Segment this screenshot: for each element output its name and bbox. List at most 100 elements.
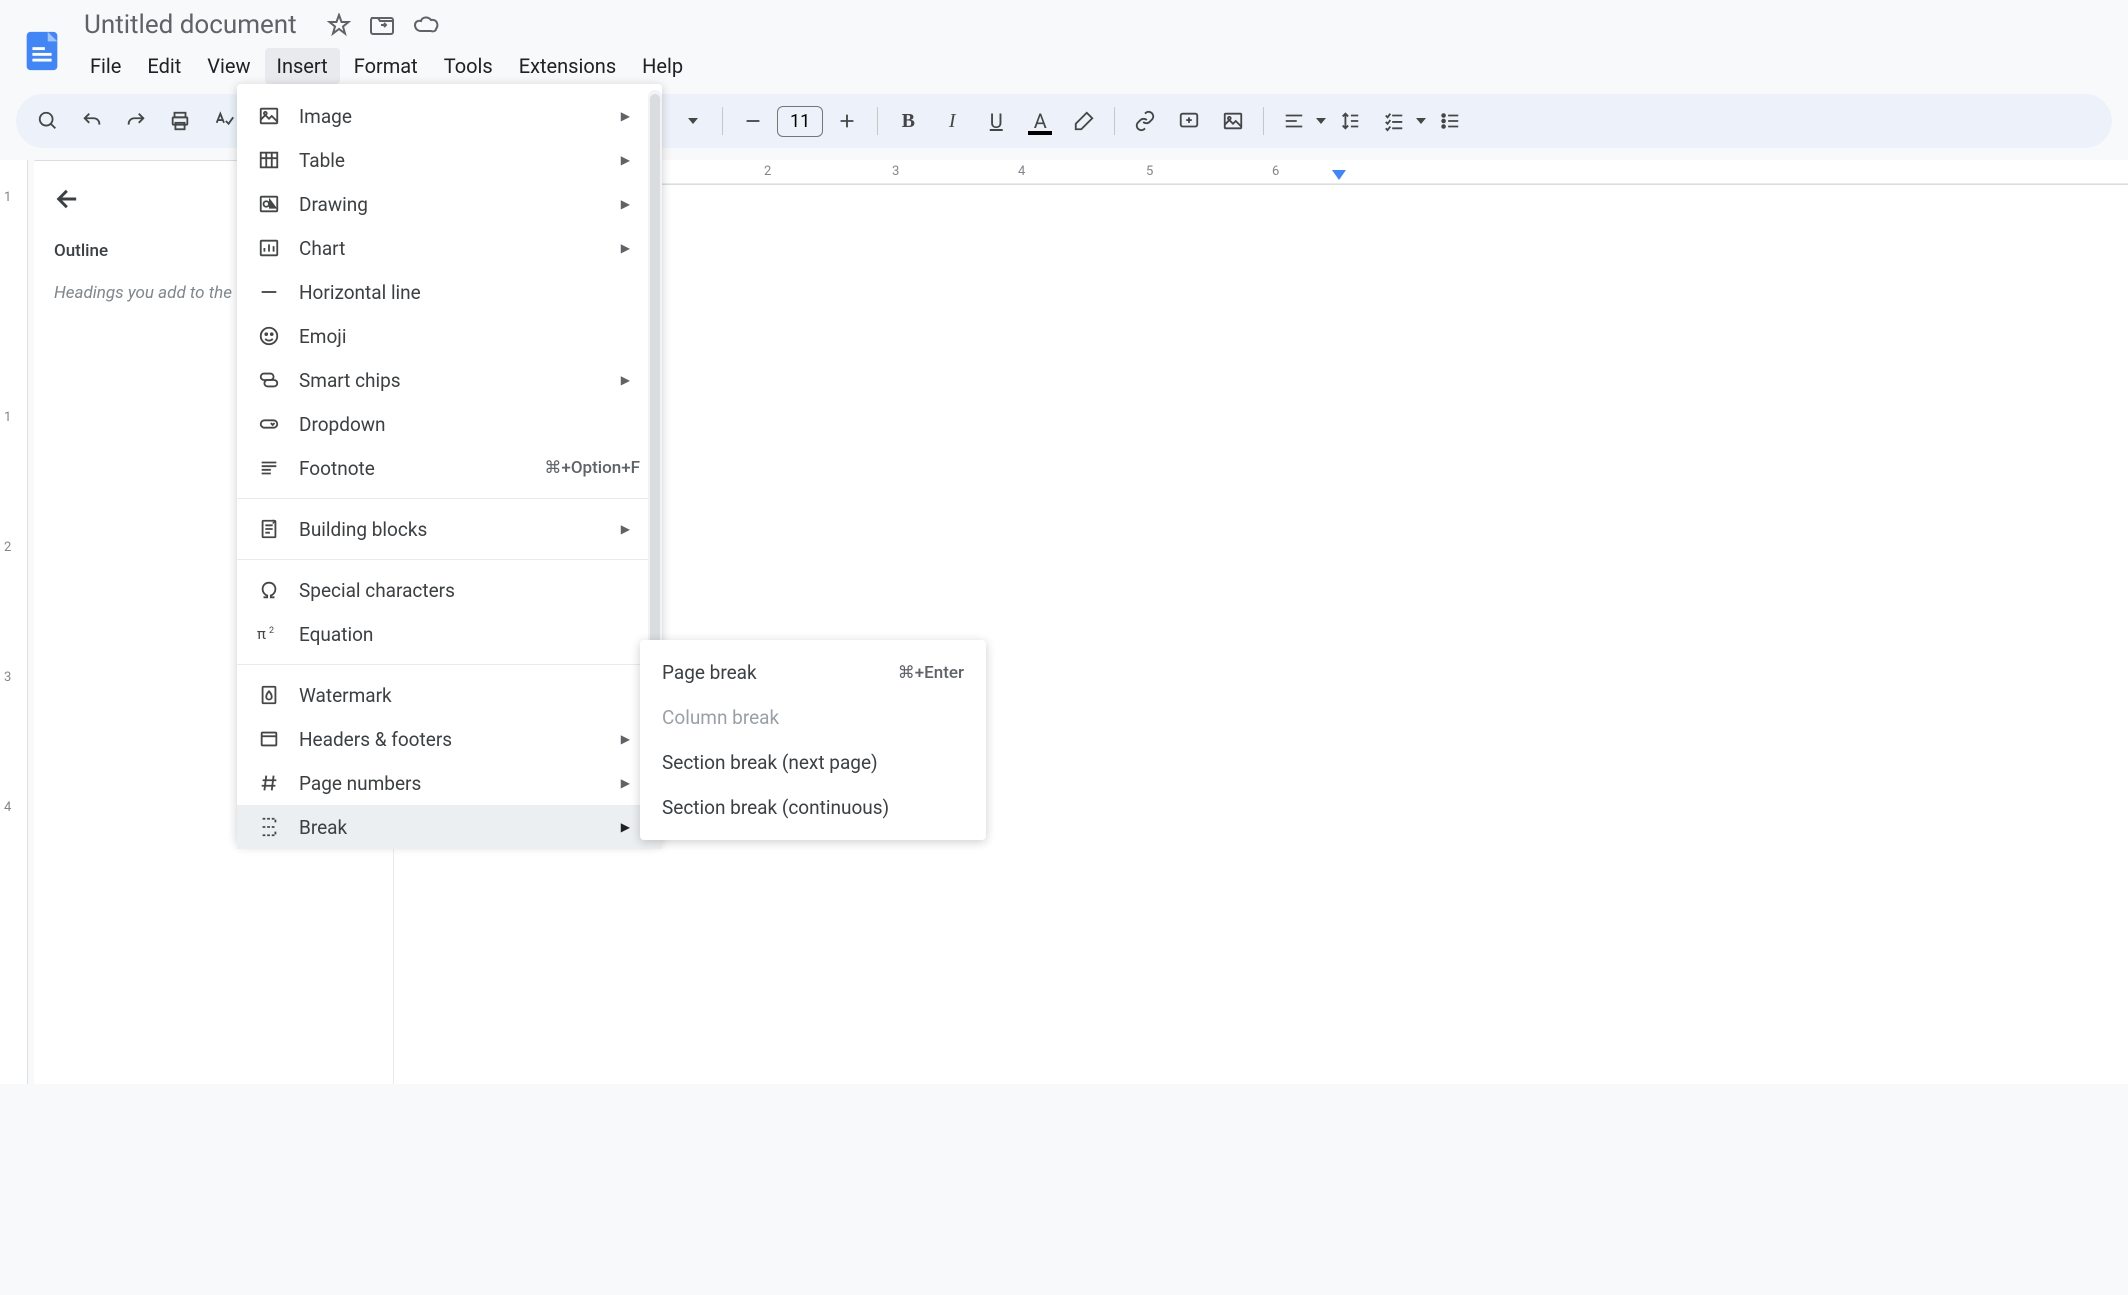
docs-logo[interactable] — [16, 25, 68, 77]
menu-item-label: Smart chips — [299, 369, 603, 392]
submenu-item-section-break-next-page-[interactable]: Section break (next page) — [640, 740, 986, 785]
menu-item-page-numbers[interactable]: Page numbers▶ — [237, 761, 662, 805]
menu-item-label: Special characters — [299, 579, 640, 602]
menu-insert[interactable]: Insert — [265, 48, 340, 84]
star-icon[interactable] — [327, 13, 351, 37]
font-size-input[interactable]: 11 — [777, 106, 823, 137]
submenu-item-section-break-continuous-[interactable]: Section break (continuous) — [640, 785, 986, 830]
menu-item-image[interactable]: Image▶ — [237, 94, 662, 138]
text-color-button[interactable]: A — [1020, 101, 1060, 141]
toolbar-separator — [877, 107, 878, 135]
menu-item-footnote[interactable]: Footnote⌘+Option+F — [237, 446, 662, 490]
table-icon — [257, 148, 281, 172]
menu-item-table[interactable]: Table▶ — [237, 138, 662, 182]
break-icon — [257, 815, 281, 839]
highlight-button[interactable] — [1064, 101, 1104, 141]
chart-icon — [257, 236, 281, 260]
toolbar-separator — [722, 107, 723, 135]
submenu-arrow-icon: ▶ — [621, 522, 630, 536]
menu-item-label: Break — [299, 816, 603, 839]
checklist-button[interactable] — [1374, 101, 1414, 141]
menu-item-horizontal-line[interactable]: Horizontal line — [237, 270, 662, 314]
image-icon — [257, 104, 281, 128]
menu-format[interactable]: Format — [342, 48, 430, 84]
menu-divider — [237, 664, 662, 665]
menu-file[interactable]: File — [78, 48, 133, 84]
menu-item-label: Headers & footers — [299, 728, 603, 751]
menu-item-label: Equation — [299, 623, 640, 646]
search-button[interactable] — [28, 101, 68, 141]
menu-item-headers-footers[interactable]: Headers & footers ▶ — [237, 717, 662, 761]
header: Untitled document File Edit View Insert … — [0, 0, 2128, 94]
document-title[interactable]: Untitled document — [78, 8, 303, 42]
italic-button[interactable]: I — [932, 101, 972, 141]
redo-button[interactable] — [116, 101, 156, 141]
menu-item-equation[interactable]: π2 Equation — [237, 612, 662, 656]
ruler-num: 2 — [764, 164, 771, 179]
submenu-arrow-icon: ▶ — [621, 153, 630, 167]
menu-item-label: Footnote — [299, 457, 526, 480]
align-dropdown-icon[interactable] — [1316, 118, 1326, 124]
title-area: Untitled document File Edit View Insert … — [78, 8, 695, 94]
print-button[interactable] — [160, 101, 200, 141]
undo-button[interactable] — [72, 101, 112, 141]
submenu-item-label: Section break (next page) — [662, 751, 964, 774]
underline-button[interactable]: U — [976, 101, 1016, 141]
menu-extensions[interactable]: Extensions — [507, 48, 628, 84]
menu-item-label: Building blocks — [299, 518, 603, 541]
line-spacing-button[interactable] — [1330, 101, 1370, 141]
menu-item-label: Horizontal line — [299, 281, 640, 304]
menu-item-label: Emoji — [299, 325, 640, 348]
ruler-indent-marker[interactable] — [1332, 170, 1346, 180]
font-size-increase[interactable] — [827, 101, 867, 141]
submenu-shortcut: ⌘+Enter — [898, 663, 964, 683]
menu-item-dropdown[interactable]: Dropdown — [237, 402, 662, 446]
ruler-num: 4 — [1018, 164, 1025, 179]
menu-item-chart[interactable]: Chart▶ — [237, 226, 662, 270]
menu-item-watermark[interactable]: Watermark — [237, 673, 662, 717]
menu-item-label: Dropdown — [299, 413, 640, 436]
menu-edit[interactable]: Edit — [135, 48, 193, 84]
submenu-item-label: Section break (continuous) — [662, 796, 964, 819]
cloud-status-icon[interactable] — [413, 15, 441, 35]
styles-dropdown-arrow[interactable] — [672, 101, 712, 141]
menu-item-special-characters[interactable]: Special characters — [237, 568, 662, 612]
comment-button[interactable] — [1169, 101, 1209, 141]
submenu-item-page-break[interactable]: Page break⌘+Enter — [640, 650, 986, 695]
blocks-icon — [257, 517, 281, 541]
submenu-item-column-break: Column break — [640, 695, 986, 740]
menu-item-label: Watermark — [299, 684, 640, 707]
menu-item-drawing[interactable]: Drawing▶ — [237, 182, 662, 226]
vertical-ruler: 1 1 2 3 4 — [0, 160, 28, 1084]
svg-text:2: 2 — [269, 626, 274, 636]
dropdown-icon — [257, 412, 281, 436]
menu-item-label: Page numbers — [299, 772, 603, 795]
bold-button[interactable]: B — [888, 101, 928, 141]
link-button[interactable] — [1125, 101, 1165, 141]
submenu-arrow-icon: ▶ — [621, 109, 630, 123]
checklist-dropdown-icon[interactable] — [1416, 118, 1426, 124]
menu-item-break[interactable]: Break ▶ — [237, 805, 662, 849]
submenu-arrow-icon: ▶ — [621, 197, 630, 211]
submenu-item-label: Column break — [662, 706, 964, 729]
font-size-decrease[interactable] — [733, 101, 773, 141]
bulleted-list-button[interactable] — [1430, 101, 1470, 141]
menu-item-smart-chips[interactable]: Smart chips▶ — [237, 358, 662, 402]
menu-view[interactable]: View — [195, 48, 262, 84]
submenu-arrow-icon: ▶ — [621, 732, 630, 746]
align-button[interactable] — [1274, 101, 1314, 141]
drawing-icon — [257, 192, 281, 216]
toolbar-separator — [1263, 107, 1264, 135]
move-icon[interactable] — [369, 14, 395, 36]
menu-help[interactable]: Help — [630, 48, 695, 84]
emoji-icon — [257, 324, 281, 348]
insert-menu-dropdown: Image▶Table▶Drawing▶Chart▶ Horizontal lin… — [237, 84, 662, 844]
menu-item-emoji[interactable]: Emoji — [237, 314, 662, 358]
menu-item-building-blocks[interactable]: Building blocks ▶ — [237, 507, 662, 551]
footnote-icon — [257, 456, 281, 480]
submenu-arrow-icon: ▶ — [621, 820, 630, 834]
menu-tools[interactable]: Tools — [432, 48, 505, 84]
equation-icon: π2 — [257, 622, 281, 646]
image-button[interactable] — [1213, 101, 1253, 141]
menu-divider — [237, 559, 662, 560]
